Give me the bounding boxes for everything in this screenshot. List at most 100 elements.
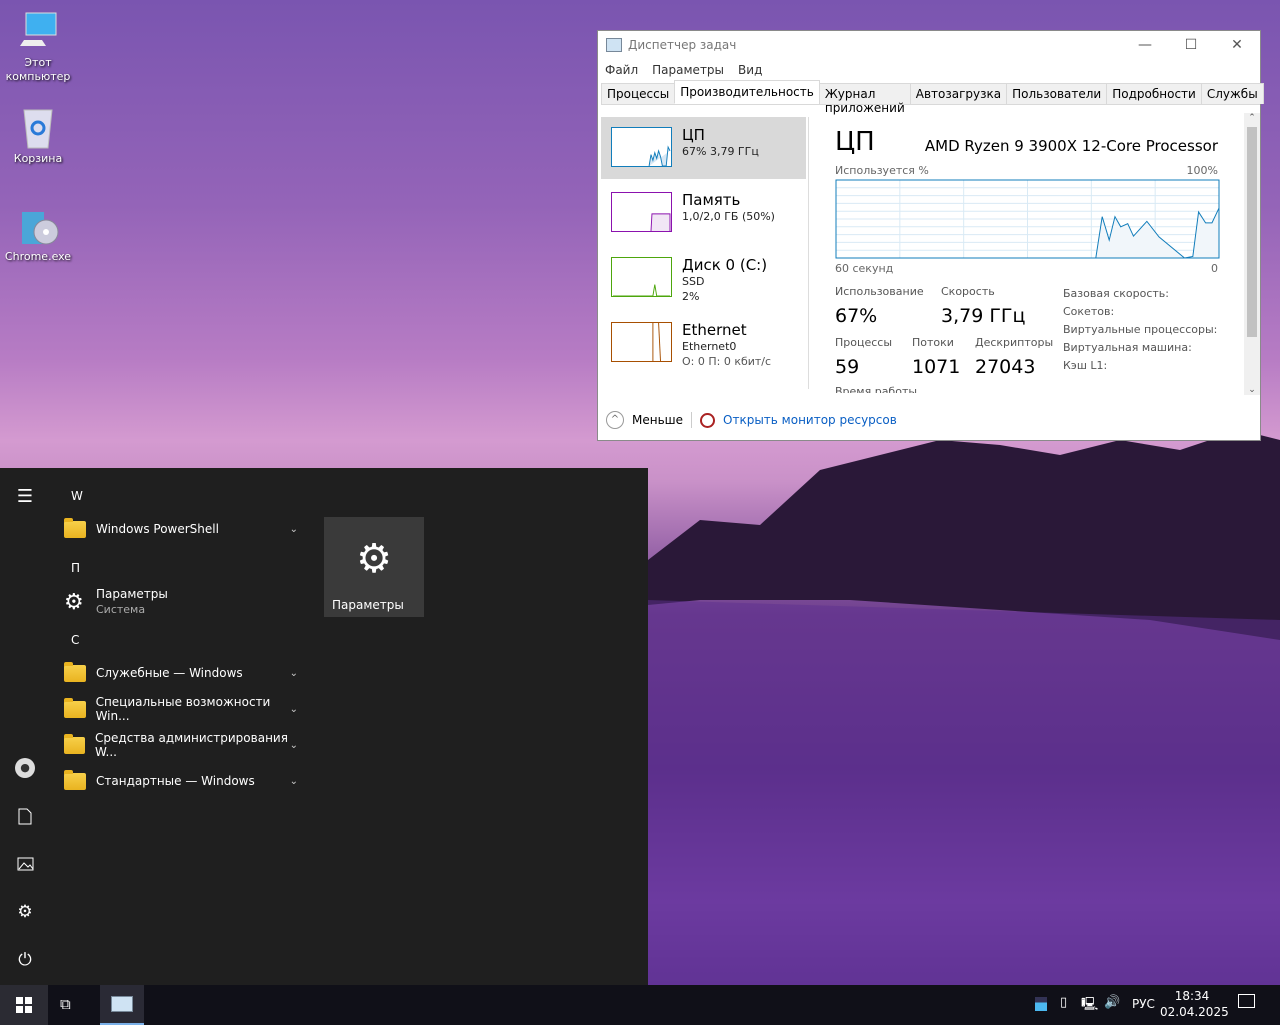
- gear-icon: ⚙: [64, 589, 84, 615]
- recycle-bin-icon: [16, 106, 60, 150]
- close-button[interactable]: ✕: [1214, 31, 1260, 59]
- footer: ^ Меньше Открыть монитор ресурсов: [598, 400, 1260, 440]
- memory-thumbnail-graph: [611, 192, 672, 232]
- scroll-down-icon[interactable]: ⌄: [1244, 385, 1260, 395]
- documents-icon[interactable]: [13, 804, 37, 828]
- performance-sidebar: ЦП 67% 3,79 ГГц Память 1,0/2,0 ГБ (50%) Ди…: [601, 117, 806, 377]
- chevron-down-icon[interactable]: ⌄: [290, 524, 298, 535]
- desktop-icon-recycle-bin[interactable]: Корзина: [2, 106, 74, 166]
- chart-xlabel-right: 0: [1211, 262, 1218, 275]
- folder-icon: [64, 517, 86, 538]
- menu-view[interactable]: Вид: [738, 63, 762, 77]
- tile-settings[interactable]: ⚙ Параметры: [324, 517, 424, 617]
- minimize-button[interactable]: —: [1122, 31, 1168, 59]
- sidebar-item-cpu[interactable]: ЦП 67% 3,79 ГГц: [601, 117, 806, 179]
- cpu-heading: ЦП: [835, 127, 875, 157]
- hamburger-menu-icon[interactable]: ☰: [13, 484, 37, 508]
- user-account-icon[interactable]: ●: [13, 756, 37, 780]
- vertical-scrollbar[interactable]: ⌃ ⌄: [1244, 113, 1260, 395]
- open-resource-monitor-link[interactable]: Открыть монитор ресурсов: [723, 413, 897, 427]
- tab-performance[interactable]: Производительность: [674, 80, 820, 104]
- storage-icon[interactable]: [1035, 997, 1047, 1011]
- windows-logo-icon: [16, 997, 32, 1013]
- desktop-icon-chrome-exe[interactable]: Chrome.exe: [2, 204, 74, 264]
- folder-icon: [64, 733, 86, 754]
- divider: [808, 117, 809, 389]
- task-manager-window: Диспетчер задач — ☐ ✕ Файл Параметры Вид…: [597, 30, 1264, 441]
- chevron-down-icon[interactable]: ⌄: [290, 740, 298, 751]
- info-virtual-machine: Виртуальная машина:: [1063, 341, 1192, 354]
- notifications-icon[interactable]: [1238, 994, 1255, 1008]
- chevron-down-icon[interactable]: ⌄: [290, 776, 298, 787]
- sidebar-item-ethernet[interactable]: Ethernet Ethernet0 О: 0 П: 0 кбит/с: [601, 312, 806, 374]
- tab-bar: Процессы Производительность Журнал прило…: [601, 80, 1264, 115]
- app-settings[interactable]: ⚙ Параметры Система: [64, 584, 304, 620]
- language-indicator[interactable]: РУС: [1132, 997, 1155, 1011]
- app-folder-admin-tools[interactable]: Средства администрирования W... ⌄: [64, 729, 304, 761]
- folder-icon: [64, 697, 86, 718]
- window-title: Диспетчер задач: [628, 38, 737, 52]
- section-header-p[interactable]: П: [71, 561, 80, 575]
- tab-app-history[interactable]: Журнал приложений: [818, 83, 911, 115]
- gear-icon: ⚙: [356, 536, 392, 582]
- scroll-up-icon[interactable]: ⌃: [1244, 113, 1260, 123]
- collapse-icon[interactable]: ^: [606, 411, 624, 429]
- menu-bar: Файл Параметры Вид: [598, 59, 1260, 81]
- menu-options[interactable]: Параметры: [652, 63, 724, 77]
- section-header-w[interactable]: W: [71, 489, 83, 503]
- tab-users[interactable]: Пользователи: [1006, 83, 1108, 104]
- usb-eject-icon[interactable]: ▯: [1060, 995, 1067, 1010]
- chart-ymax-label: 100%: [1186, 164, 1218, 177]
- installer-icon: [16, 204, 60, 248]
- resource-monitor-icon: [700, 412, 716, 428]
- cpu-model: AMD Ryzen 9 3900X 12-Core Processor: [924, 137, 1218, 155]
- power-icon[interactable]: ⏻: [13, 948, 37, 972]
- tab-startup[interactable]: Автозагрузка: [909, 83, 1008, 104]
- maximize-button[interactable]: ☐: [1168, 31, 1214, 59]
- app-label: Стандартные — Windows: [96, 774, 255, 788]
- app-label: Служебные — Windows: [96, 666, 243, 680]
- ethernet-thumbnail-graph: [611, 322, 672, 362]
- app-folder-accessories[interactable]: Стандартные — Windows ⌄: [64, 765, 304, 797]
- clock[interactable]: 18:34 02.04.2025: [1160, 988, 1229, 1020]
- taskbar-task-manager-button[interactable]: [100, 985, 144, 1025]
- divider: [691, 412, 693, 428]
- settings-icon[interactable]: ⚙: [13, 900, 37, 924]
- usage-label: Использование: [835, 285, 924, 298]
- tab-processes[interactable]: Процессы: [601, 83, 676, 104]
- app-label: Средства администрирования W...: [95, 731, 288, 759]
- network-icon[interactable]: 🖳: [1081, 995, 1098, 1017]
- chart-ylabel: Используется %: [835, 164, 929, 177]
- app-folder-accessibility[interactable]: Специальные возможности Win... ⌄: [64, 693, 304, 725]
- sidebar-item-disk[interactable]: Диск 0 (C:) SSD 2%: [601, 247, 806, 309]
- section-header-s[interactable]: С: [71, 633, 79, 647]
- menu-file[interactable]: Файл: [605, 63, 638, 77]
- handles-label: Дескрипторы: [975, 336, 1054, 349]
- task-view-icon[interactable]: ⧉: [60, 995, 71, 1013]
- tile-label: Параметры: [332, 598, 404, 612]
- chevron-down-icon[interactable]: ⌄: [290, 704, 298, 715]
- title-bar[interactable]: Диспетчер задач — ☐ ✕: [598, 31, 1260, 59]
- desktop-icon-this-pc[interactable]: Этот компьютер: [2, 10, 74, 84]
- fewer-details-button[interactable]: Меньше: [632, 413, 683, 427]
- app-sublabel: Система: [96, 603, 146, 616]
- pictures-icon[interactable]: [13, 852, 37, 876]
- volume-icon[interactable]: 🔊: [1104, 995, 1120, 1010]
- taskbar: ⧉ ▯ 🖳 🔊 РУС 18:34 02.04.2025: [0, 985, 1280, 1025]
- cpu-thumbnail-graph: [611, 127, 672, 167]
- tab-details[interactable]: Подробности: [1106, 83, 1202, 104]
- app-folder-system-tools[interactable]: Служебные — Windows ⌄: [64, 657, 304, 689]
- app-label: Специальные возможности Win...: [95, 695, 271, 723]
- sidebar-item-memory[interactable]: Память 1,0/2,0 ГБ (50%): [601, 182, 806, 244]
- start-button[interactable]: [0, 985, 48, 1025]
- folder-icon: [64, 769, 86, 790]
- time: 18:34: [1174, 989, 1210, 1003]
- chevron-down-icon[interactable]: ⌄: [290, 668, 298, 679]
- speed-label: Скорость: [941, 285, 995, 298]
- date: 02.04.2025: [1160, 1005, 1229, 1019]
- app-windows-powershell[interactable]: Windows PowerShell ⌄: [64, 513, 304, 545]
- info-l1-cache: Кэш L1:: [1063, 359, 1108, 372]
- scrollbar-thumb[interactable]: [1247, 127, 1257, 337]
- threads-value: 1071: [912, 356, 961, 378]
- tab-services[interactable]: Службы: [1200, 83, 1264, 104]
